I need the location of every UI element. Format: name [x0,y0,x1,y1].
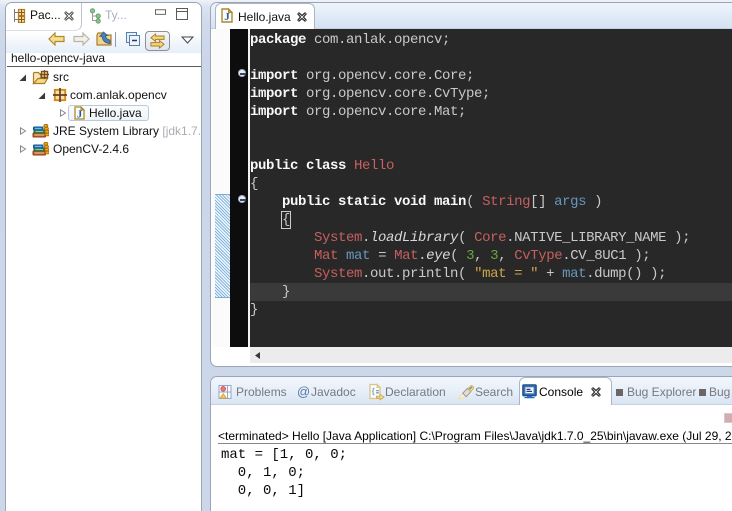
svg-text:J: J [77,108,83,120]
svg-text:J: J [224,11,230,23]
